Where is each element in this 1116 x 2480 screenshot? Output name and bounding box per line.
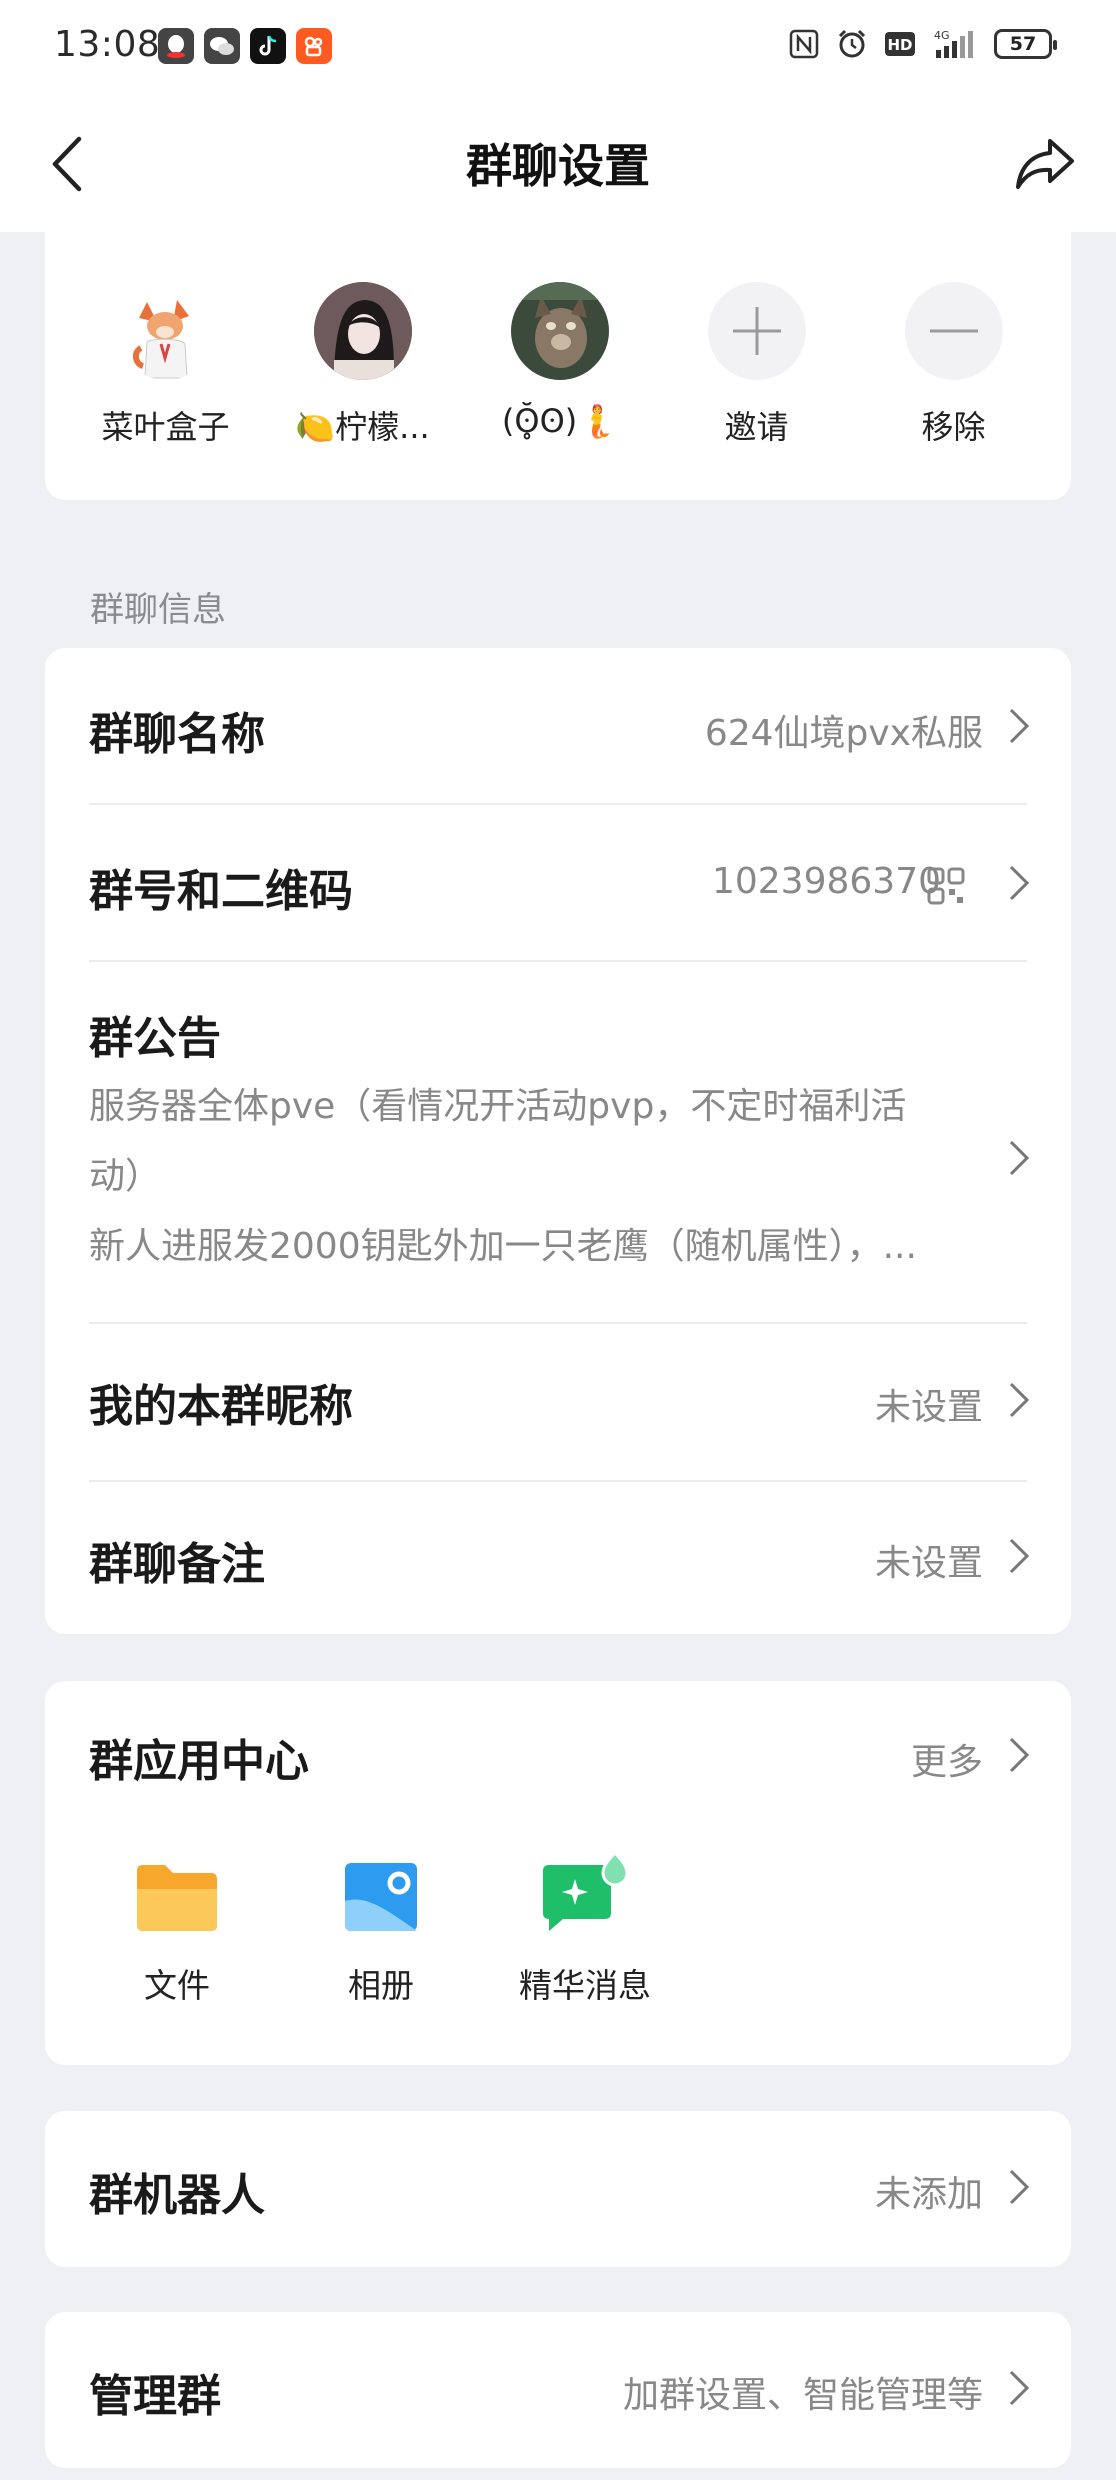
folder-icon	[137, 1865, 217, 1931]
status-indicators: HD 4G 57	[788, 28, 1057, 60]
group-notice-row[interactable]: 群公告 服务器全体pve（看情况开活动pvp，不定时福利活 动） 新人进服发20…	[45, 962, 1071, 1324]
group-apps-card: 群应用中心 更多 文件 相册 精华消息	[45, 1681, 1071, 2065]
group-apps-header-row[interactable]: 群应用中心 更多	[45, 1681, 1071, 1831]
group-bot-card: 群机器人 未添加	[45, 2111, 1071, 2267]
hd-icon: HD	[884, 28, 916, 60]
app-album[interactable]: 相册	[279, 1861, 483, 2007]
wechat-notification-icon	[204, 28, 240, 64]
group-remark-row[interactable]: 群聊备注 未设置	[45, 1482, 1071, 1634]
status-bar: 13:08 HD 4G 57	[0, 0, 1116, 95]
group-name-label: 群聊名称	[89, 709, 265, 760]
group-name-row[interactable]: 群聊名称 624仙境pvx私服	[45, 648, 1071, 804]
invite-member-button[interactable]: 邀请	[658, 282, 855, 448]
member-name: (ʘ̥̆ʘ)🧜	[501, 402, 618, 440]
group-bot-value: 未添加	[874, 2174, 983, 2215]
qr-code-icon	[927, 867, 965, 905]
invite-label: 邀请	[724, 408, 789, 446]
chevron-right-icon	[1009, 1737, 1030, 1773]
member-item[interactable]: 🍋柠檬...	[264, 282, 461, 448]
group-bot-label: 群机器人	[89, 2170, 265, 2221]
manage-group-value: 加群设置、智能管理等	[622, 2375, 983, 2416]
share-icon	[1016, 139, 1074, 189]
app-label: 文件	[144, 1966, 210, 2005]
group-notice-label: 群公告	[89, 1013, 221, 1064]
chevron-right-icon	[1009, 865, 1030, 901]
share-button[interactable]	[1012, 132, 1078, 196]
group-info-card: 群聊名称 624仙境pvx私服 群号和二维码 1023986370 群公告 服务…	[45, 648, 1071, 1634]
avatar	[510, 282, 609, 380]
group-name-value: 624仙境pvx私服	[704, 713, 983, 754]
group-remark-value: 未设置	[874, 1543, 983, 1584]
group-number-label: 群号和二维码	[89, 866, 353, 917]
status-time: 13:08	[54, 24, 161, 65]
alarm-icon	[836, 28, 868, 60]
svg-text:HD: HD	[887, 36, 912, 54]
group-remark-label: 群聊备注	[89, 1539, 265, 1590]
manage-group-label: 管理群	[89, 2371, 221, 2422]
signal-4g-icon: 4G	[932, 28, 978, 60]
avatar	[313, 282, 412, 380]
member-name: 菜叶盒子	[101, 408, 230, 446]
nfc-icon	[788, 28, 820, 60]
top-bar: 13:08 HD 4G 57 群聊设置	[0, 0, 1116, 232]
group-info-section-title: 群聊信息	[90, 590, 226, 630]
group-notice-line: 动）	[89, 1156, 162, 1197]
chevron-right-icon	[1009, 1382, 1030, 1418]
group-bot-row[interactable]: 群机器人 未添加	[45, 2111, 1071, 2267]
group-apps-list: 文件 相册 精华消息	[75, 1850, 687, 2007]
chevron-right-icon	[1009, 708, 1030, 744]
app-essence-messages[interactable]: 精华消息	[483, 1850, 687, 2007]
chevron-right-icon	[1009, 2169, 1030, 2205]
status-notification-icons	[158, 28, 332, 64]
my-nickname-label: 我的本群昵称	[89, 1381, 353, 1432]
app-label: 精华消息	[519, 1966, 651, 2005]
app-label: 相册	[348, 1966, 414, 2005]
members-card: 菜叶盒子 🍋柠檬... (ʘ̥̆ʘ)🧜 邀请 移除	[45, 232, 1071, 500]
navigation-header: 群聊设置	[0, 110, 1116, 220]
minus-icon	[904, 282, 1003, 380]
my-nickname-row[interactable]: 我的本群昵称 未设置	[45, 1324, 1071, 1480]
more-apps-link: 更多	[910, 1742, 983, 1783]
album-icon	[345, 1863, 417, 1931]
manage-group-card: 管理群 加群设置、智能管理等	[45, 2312, 1071, 2468]
plus-icon	[707, 282, 806, 380]
qq-notification-icon	[158, 28, 194, 64]
group-number-value: 1023986370	[711, 861, 941, 902]
group-notice-line: 服务器全体pve（看情况开活动pvp，不定时福利活	[89, 1086, 907, 1127]
group-apps-title: 群应用中心	[89, 1736, 309, 1787]
member-item[interactable]: (ʘ̥̆ʘ)🧜	[461, 282, 658, 448]
manage-group-row[interactable]: 管理群 加群设置、智能管理等	[45, 2312, 1071, 2468]
page-title: 群聊设置	[466, 139, 650, 193]
group-notice-line: 新人进服发2000钥匙外加一只老鹰（随机属性），...	[89, 1226, 917, 1267]
svg-text:4G: 4G	[934, 29, 950, 42]
group-number-row[interactable]: 群号和二维码 1023986370	[45, 805, 1071, 961]
members-list: 菜叶盒子 🍋柠檬... (ʘ̥̆ʘ)🧜 邀请 移除	[45, 282, 1071, 448]
kuaishou-notification-icon	[296, 28, 332, 64]
essence-message-icon	[543, 1850, 629, 1931]
chevron-right-icon	[1009, 1538, 1030, 1574]
remove-member-button[interactable]: 移除	[855, 282, 1052, 448]
tiktok-notification-icon	[250, 28, 286, 64]
member-name: 🍋柠檬...	[295, 408, 430, 446]
my-nickname-value: 未设置	[874, 1387, 983, 1428]
chevron-right-icon	[1009, 2370, 1030, 2406]
chevron-right-icon	[1009, 1140, 1030, 1176]
app-files[interactable]: 文件	[75, 1861, 279, 2007]
battery-indicator: 57	[994, 29, 1057, 59]
avatar	[116, 282, 215, 380]
member-item[interactable]: 菜叶盒子	[67, 282, 264, 448]
remove-label: 移除	[921, 408, 986, 446]
